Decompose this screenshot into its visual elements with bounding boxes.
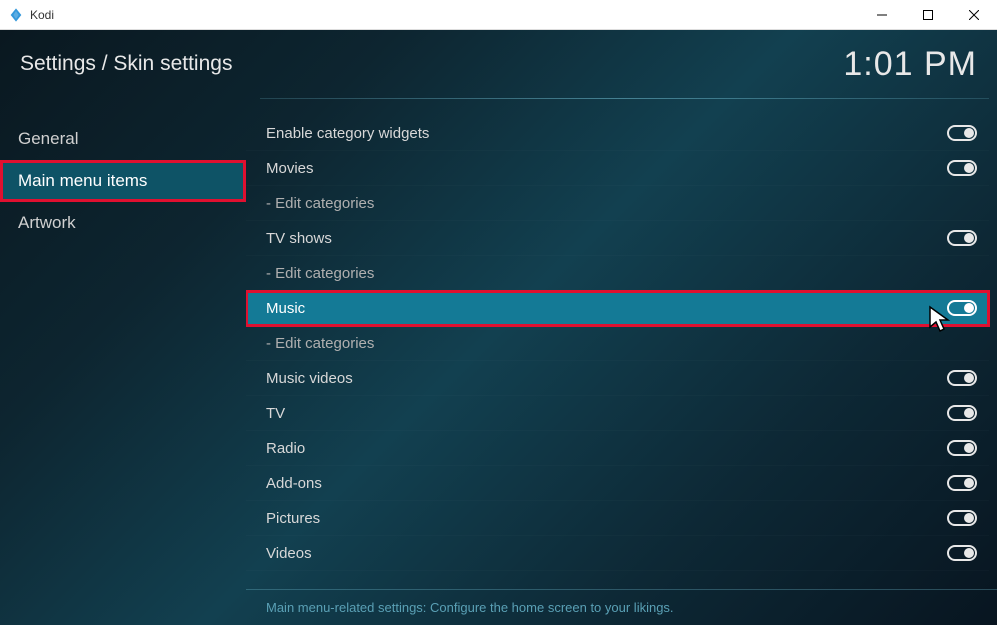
toggle-switch[interactable] [947,230,977,246]
setting-row[interactable]: Music [246,291,989,326]
setting-label: Enable category widgets [266,125,429,142]
setting-label: TV shows [266,230,332,247]
settings-list: Enable category widgets Movies - Edit cate… [246,98,997,589]
body: General Main menu items Artwork Enable cat… [0,98,997,589]
toggle-switch[interactable] [947,475,977,491]
setting-row[interactable]: Radio [246,431,989,466]
toggle-switch[interactable] [947,440,977,456]
toggle-switch[interactable] [947,160,977,176]
sidebar-item-main-menu-items[interactable]: Main menu items [0,160,246,202]
close-button[interactable] [951,0,997,30]
setting-row[interactable]: - Edit categories [246,326,989,361]
toggle-switch[interactable] [947,125,977,141]
breadcrumb: Settings / Skin settings [20,52,232,76]
toggle-switch[interactable] [947,545,977,561]
setting-label: Music [266,300,305,317]
toggle-switch[interactable] [947,405,977,421]
setting-row[interactable]: - Edit categories [246,186,989,221]
sidebar-item-general[interactable]: General [0,118,246,160]
header: Settings / Skin settings 1:01 PM [0,30,997,98]
sidebar-item-label: Artwork [18,213,76,233]
sidebar-item-artwork[interactable]: Artwork [0,202,246,244]
setting-label: Videos [266,545,312,562]
setting-label: Music videos [266,370,353,387]
sidebar-item-label: General [18,129,78,149]
setting-label: Add-ons [266,475,322,492]
footer: Main menu-related settings: Configure th… [246,589,997,625]
sidebar-item-label: Main menu items [18,171,147,191]
setting-label: TV [266,405,285,422]
setting-row[interactable]: - Edit categories [246,256,989,291]
setting-row[interactable]: Enable category widgets [246,116,989,151]
toggle-switch[interactable] [947,300,977,316]
setting-label: Pictures [266,510,320,527]
setting-row[interactable]: Movies [246,151,989,186]
clock: 1:01 PM [843,45,977,84]
setting-row[interactable]: Videos [246,536,989,571]
titlebar: Kodi [0,0,997,30]
titlebar-title: Kodi [30,8,54,22]
setting-row[interactable]: Pictures [246,501,989,536]
maximize-button[interactable] [905,0,951,30]
footer-text: Main menu-related settings: Configure th… [266,600,674,615]
setting-row[interactable]: TV shows [246,221,989,256]
setting-label: Movies [266,160,314,177]
setting-row[interactable]: Music videos [246,361,989,396]
kodi-logo-icon [8,7,24,23]
minimize-button[interactable] [859,0,905,30]
window-controls [859,0,997,30]
app-content: Settings / Skin settings 1:01 PM General… [0,30,997,625]
setting-row[interactable]: Add-ons [246,466,989,501]
setting-label: Radio [266,440,305,457]
toggle-switch[interactable] [947,370,977,386]
toggle-switch[interactable] [947,510,977,526]
setting-label: - Edit categories [266,265,374,282]
sidebar: General Main menu items Artwork [0,98,246,589]
titlebar-left: Kodi [0,7,54,23]
setting-row[interactable]: TV [246,396,989,431]
setting-label: - Edit categories [266,195,374,212]
setting-label: - Edit categories [266,335,374,352]
